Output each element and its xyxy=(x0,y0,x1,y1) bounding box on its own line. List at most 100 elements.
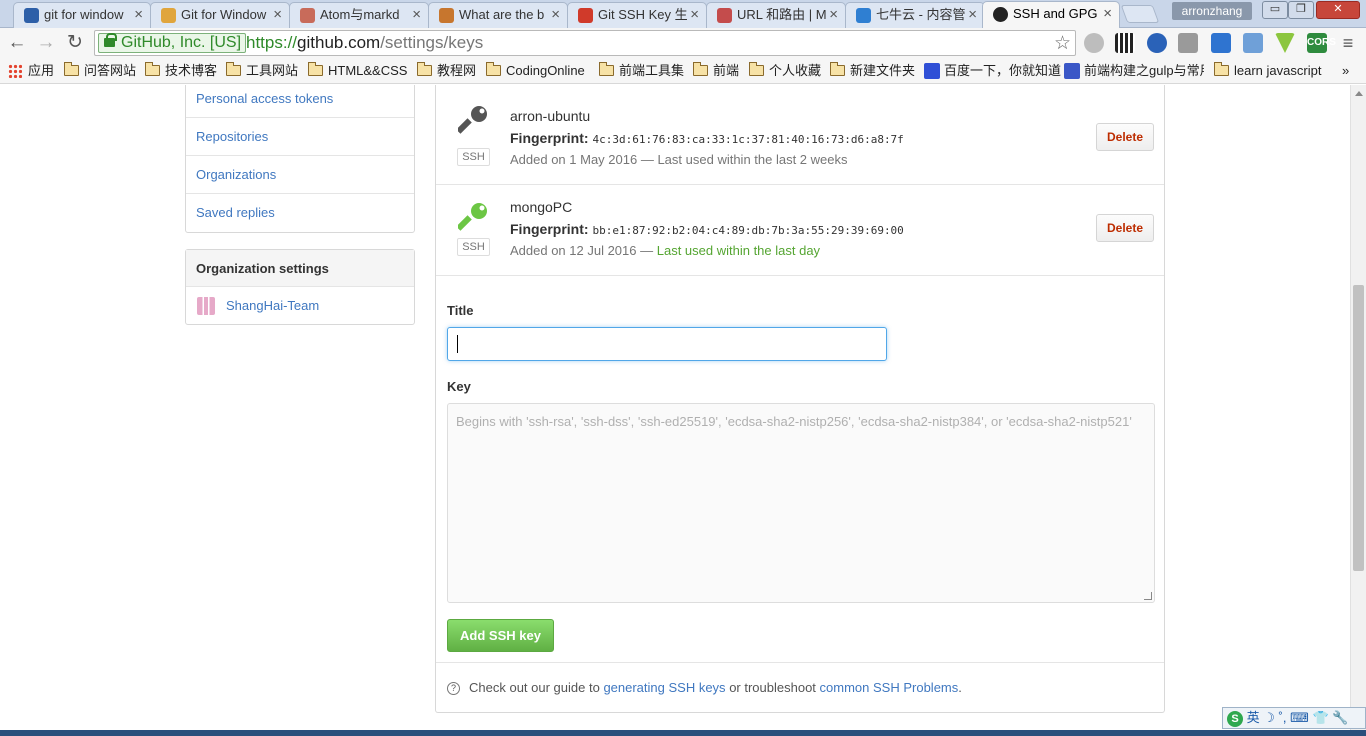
bookmark-folder[interactable]: 新建文件夹 xyxy=(829,62,916,80)
bookmark-folder[interactable]: CodingOnline xyxy=(485,62,585,80)
settings-sidebar: Personal access tokens Repositories Orga… xyxy=(185,85,415,325)
tab-close-icon[interactable]: × xyxy=(690,3,699,27)
tab-close-icon[interactable]: × xyxy=(1103,2,1112,26)
bookmark-folder[interactable]: 前端工具集 xyxy=(598,62,685,80)
folder-icon xyxy=(416,62,432,76)
minimize-button[interactable]: ▭ xyxy=(1262,1,1288,19)
url-scheme: https:// xyxy=(246,33,298,52)
sidebar-item-organizations[interactable]: Organizations xyxy=(186,156,414,194)
tab-favicon-icon xyxy=(161,8,176,23)
scroll-up-arrow-icon[interactable] xyxy=(1355,91,1363,96)
ime-toolbar[interactable]: S 英 ☽ ˚, ⌨ 👕 🔧 xyxy=(1222,707,1366,729)
common-ssh-problems-link[interactable]: common SSH Problems xyxy=(820,680,959,695)
qr-icon[interactable] xyxy=(1115,33,1135,53)
m-icon[interactable] xyxy=(1084,33,1104,53)
pocket-icon[interactable] xyxy=(1211,33,1231,53)
title-input[interactable] xyxy=(447,327,887,361)
add-ssh-key-button[interactable]: Add SSH key xyxy=(447,619,554,652)
sidebar-item-personal-access-tokens[interactable]: Personal access tokens xyxy=(186,85,414,118)
help-suffix: . xyxy=(958,680,962,695)
org-avatar xyxy=(197,297,215,315)
sidebar-item-saved-replies[interactable]: Saved replies xyxy=(186,194,414,232)
security-label: GitHub, Inc. [US] xyxy=(121,34,242,51)
ssh-badge: SSH xyxy=(457,238,490,256)
bookmark-label: 新建文件夹 xyxy=(850,63,916,78)
tab-close-icon[interactable]: × xyxy=(412,3,421,27)
bookmark-label: 教程网 xyxy=(437,63,477,78)
new-tab-button[interactable] xyxy=(1120,5,1160,23)
bookmark-site[interactable]: 前端构建之gulp与常用 xyxy=(1064,62,1204,80)
lock-icon xyxy=(104,33,117,47)
bookmark-folder[interactable]: learn javascript xyxy=(1213,62,1321,80)
tab-label: URL 和路由 | M xyxy=(737,7,827,22)
sidebar-item-repositories[interactable]: Repositories xyxy=(186,118,414,156)
bookmark-folder[interactable]: 工具网站 xyxy=(225,62,298,80)
added-date: Added on 1 May 2016 — xyxy=(510,152,654,167)
address-bar[interactable]: GitHub, Inc. [US] https://github.com/set… xyxy=(94,30,1076,56)
bookmark-folder[interactable]: 个人收藏 xyxy=(748,62,821,80)
page-scrollbar[interactable] xyxy=(1350,85,1366,730)
window-close-button[interactable]: ✕ xyxy=(1316,1,1360,19)
bookmark-folder[interactable]: 教程网 xyxy=(416,62,477,80)
generating-ssh-keys-link[interactable]: generating SSH keys xyxy=(603,680,725,695)
security-indicator[interactable]: GitHub, Inc. [US] xyxy=(98,33,247,53)
bookmarks-overflow-button[interactable]: » xyxy=(1342,62,1349,80)
tab-close-icon[interactable]: × xyxy=(273,3,282,27)
delete-key-button[interactable]: Delete xyxy=(1096,214,1154,242)
maximize-button[interactable]: ❐ xyxy=(1288,1,1314,19)
tab-close-icon[interactable]: × xyxy=(829,3,838,27)
os-taskbar xyxy=(0,730,1366,736)
scroll-thumb[interactable] xyxy=(1353,285,1364,571)
delete-key-button[interactable]: Delete xyxy=(1096,123,1154,151)
url-text: https://github.com/settings/keys xyxy=(246,33,483,53)
url-path: /settings/keys xyxy=(380,33,484,52)
bookmark-label: 技术博客 xyxy=(165,63,218,78)
organization-settings-menu: Organization settings ShangHai-Team xyxy=(185,249,415,325)
sidebar-item-org[interactable]: ShangHai-Team xyxy=(186,287,414,324)
bookmark-site[interactable]: 百度一下，你就知道 xyxy=(924,62,1061,80)
resize-handle-icon[interactable] xyxy=(1144,592,1152,600)
browser-tab-strip: git for window × Git for Window × Atom与m… xyxy=(0,0,1366,29)
tab-close-icon[interactable]: × xyxy=(551,3,560,27)
bookmark-folder[interactable]: 问答网站 xyxy=(63,62,136,80)
browser-tab[interactable]: Git SSH Key 生 × xyxy=(567,2,707,28)
tab-close-icon[interactable]: × xyxy=(134,3,143,27)
tab-label: git for window xyxy=(44,7,124,22)
bookmark-folder[interactable]: HTML&&CSS xyxy=(307,62,407,80)
browser-tab[interactable]: URL 和路由 | M × xyxy=(706,2,846,28)
browser-tab[interactable]: git for window × xyxy=(13,2,151,28)
key-fingerprint: Fingerprint: 4c:3d:61:76:83:ca:33:1c:37:8… xyxy=(510,130,904,146)
last-used: Last used within the last day xyxy=(656,243,821,258)
bookmark-label: 前端工具集 xyxy=(619,63,685,78)
fingerprint-label: Fingerprint: xyxy=(510,221,589,237)
back-button[interactable]: ← xyxy=(6,32,28,54)
reload-button[interactable]: ↻ xyxy=(64,32,86,54)
ssh-keys-panel: SSH arron-ubuntu Fingerprint: 4c:3d:61:76… xyxy=(435,85,1165,713)
moon-icon[interactable] xyxy=(1147,33,1167,53)
bookmark-folder[interactable]: 前端 xyxy=(692,62,739,80)
ime-tools[interactable]: ☽ ˚, ⌨ 👕 🔧 xyxy=(1263,710,1348,725)
key-added-info: Added on 12 Jul 2016 — Last used within … xyxy=(510,243,820,258)
key-textarea[interactable]: Begins with 'ssh-rsa', 'ssh-dss', 'ssh-e… xyxy=(447,403,1155,603)
browser-tab[interactable]: Atom与markd × xyxy=(289,2,429,28)
browser-tab[interactable]: 七牛云 - 内容管 × xyxy=(845,2,985,28)
browser-tab[interactable]: Git for Window × xyxy=(150,2,290,28)
browser-tab[interactable]: What are the b × xyxy=(428,2,568,28)
last-used: Last used within the last 2 weeks xyxy=(657,152,848,167)
forward-button[interactable]: → xyxy=(35,32,57,54)
menu-icon[interactable]: ≡ xyxy=(1338,33,1358,53)
bookmark-folder[interactable]: 技术博客 xyxy=(144,62,218,80)
tab-close-icon[interactable]: × xyxy=(968,3,977,27)
screenshot-icon[interactable] xyxy=(1243,33,1263,53)
vue-icon[interactable] xyxy=(1275,33,1295,53)
help-middle: or troubleshoot xyxy=(729,680,816,695)
browser-tab-active[interactable]: SSH and GPG × xyxy=(982,1,1120,29)
profile-button[interactable]: arronzhang xyxy=(1172,2,1252,20)
tab-favicon-icon xyxy=(856,8,871,23)
bookmark-apps[interactable]: 应用 xyxy=(8,62,54,80)
ime-mode[interactable]: 英 xyxy=(1247,710,1260,725)
w-icon[interactable] xyxy=(1178,33,1198,53)
bookmark-star-icon[interactable]: ☆ xyxy=(1054,32,1071,55)
cors-icon[interactable]: CORS xyxy=(1307,33,1336,53)
ssh-key-row: SSH mongoPC Fingerprint: bb:e1:87:92:b2:0… xyxy=(436,185,1164,276)
